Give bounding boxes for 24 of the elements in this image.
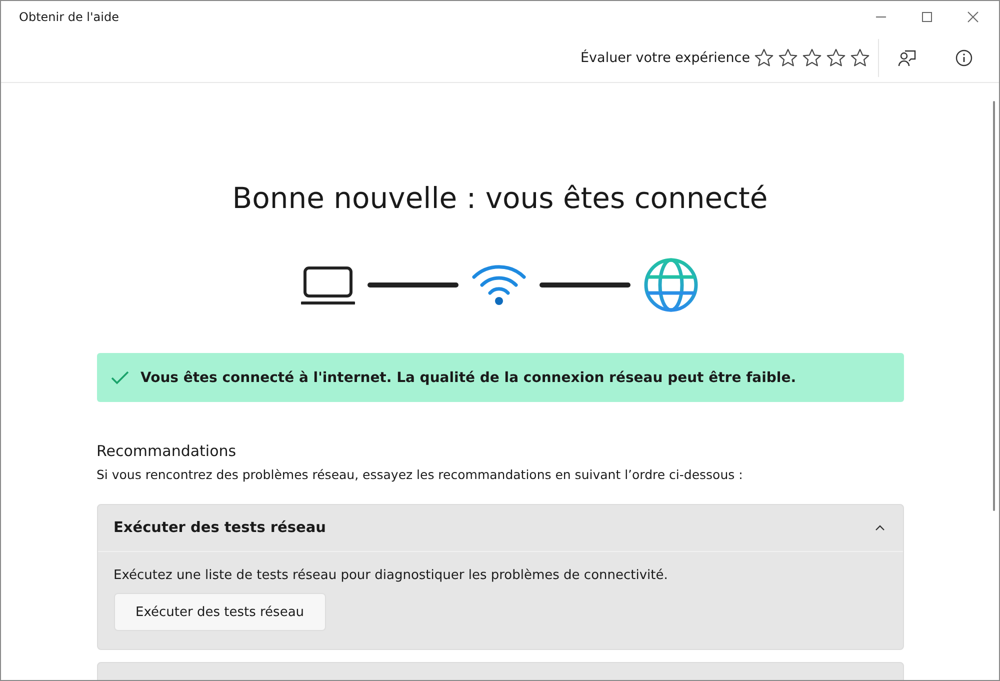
section-title: Recommandations [96, 442, 238, 460]
chevron-icon [874, 525, 884, 531]
laptop-icon [301, 265, 355, 305]
feedback-icon[interactable] [897, 48, 917, 68]
star-icon[interactable] [778, 48, 798, 68]
star-icon[interactable] [826, 48, 846, 68]
card-description: Exécutez une liste de tests réseau pour diagnostiquer les problèmes de connectivité. [114, 568, 669, 583]
globe-icon [643, 257, 699, 313]
status-heading: Bonne nouvelle : vous êtes connecté [231, 181, 769, 215]
wifi-icon [471, 263, 527, 307]
banner-text: Vous êtes connecté à l'internet. La qualité de la connexion réseau peut être faible. [140, 370, 796, 386]
card-header[interactable]: Exécuter des tests réseau [98, 505, 902, 552]
run-tests-button[interactable]: Exécuter des tests réseau [114, 593, 326, 631]
scrollbar[interactable] [993, 101, 995, 511]
info-icon[interactable] [955, 48, 973, 66]
check-icon [110, 370, 128, 384]
star-icon[interactable] [802, 48, 822, 68]
star-icon[interactable] [850, 48, 870, 68]
star-icon[interactable] [754, 48, 774, 68]
window-title: Obtenir de l'aide [19, 10, 119, 24]
section-subtitle: Si vous rencontrez des problèmes réseau, essayez les recommandations en suivant l’ordre ci-dessous : [96, 467, 744, 482]
maximize-icon[interactable] [921, 11, 933, 23]
close-icon[interactable] [967, 11, 979, 23]
rating-label: Évaluer votre expérience [580, 50, 750, 66]
